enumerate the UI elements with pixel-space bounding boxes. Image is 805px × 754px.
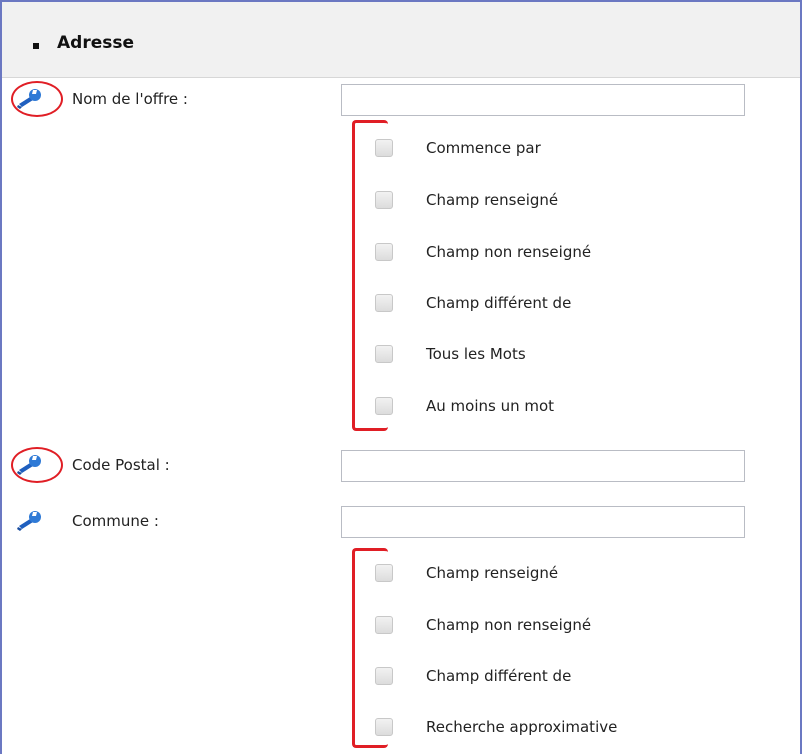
option-champ-renseigne[interactable]: Champ renseigné (375, 188, 775, 214)
field-row-nom-offre: Nom de l'offre : (0, 81, 800, 117)
checkbox[interactable] (375, 345, 393, 363)
annotation-bracket (352, 120, 388, 431)
checkbox[interactable] (375, 667, 393, 685)
option-label: Commence par (426, 139, 541, 157)
option-champ-different[interactable]: Champ différent de (375, 664, 775, 690)
option-champ-renseigne[interactable]: Champ renseigné (375, 561, 775, 587)
field-row-commune: Commune : (0, 503, 800, 539)
wrench-icon[interactable] (16, 510, 44, 532)
option-label: Champ différent de (426, 667, 572, 685)
field-label-nom-offre: Nom de l'offre : (72, 90, 188, 108)
option-label: Champ différent de (426, 294, 572, 312)
option-champ-non-renseigne[interactable]: Champ non renseigné (375, 240, 775, 266)
checkbox[interactable] (375, 294, 393, 312)
option-label: Champ non renseigné (426, 616, 592, 634)
option-label: Champ renseigné (426, 191, 559, 209)
checkbox[interactable] (375, 139, 393, 157)
option-label: Au moins un mot (426, 397, 555, 415)
option-label: Champ renseigné (426, 564, 559, 582)
option-champ-different[interactable]: Champ différent de (375, 291, 775, 317)
checkbox[interactable] (375, 616, 393, 634)
wrench-icon[interactable] (16, 454, 44, 476)
option-recherche-approximative[interactable]: Recherche approximative (375, 715, 775, 741)
checkbox[interactable] (375, 718, 393, 736)
section-header[interactable]: Adresse (2, 2, 800, 78)
option-label: Champ non renseigné (426, 243, 592, 261)
option-label: Tous les Mots (426, 345, 526, 363)
option-au-moins-un-mot[interactable]: Au moins un mot (375, 394, 775, 420)
option-champ-non-renseigne[interactable]: Champ non renseigné (375, 613, 775, 639)
checkbox[interactable] (375, 243, 393, 261)
code-postal-input[interactable] (341, 450, 745, 482)
field-label-commune: Commune : (72, 512, 159, 530)
bullet-icon (33, 43, 39, 49)
option-commence-par[interactable]: Commence par (375, 136, 775, 162)
wrench-icon[interactable] (16, 88, 44, 110)
nom-offre-input[interactable] (341, 84, 745, 116)
option-label: Recherche approximative (426, 718, 618, 736)
section-title: Adresse (57, 33, 135, 53)
checkbox[interactable] (375, 564, 393, 582)
field-row-code-postal: Code Postal : (0, 447, 800, 483)
commune-input[interactable] (341, 506, 745, 538)
option-tous-les-mots[interactable]: Tous les Mots (375, 342, 775, 368)
checkbox[interactable] (375, 397, 393, 415)
checkbox[interactable] (375, 191, 393, 209)
field-label-code-postal: Code Postal : (72, 456, 170, 474)
